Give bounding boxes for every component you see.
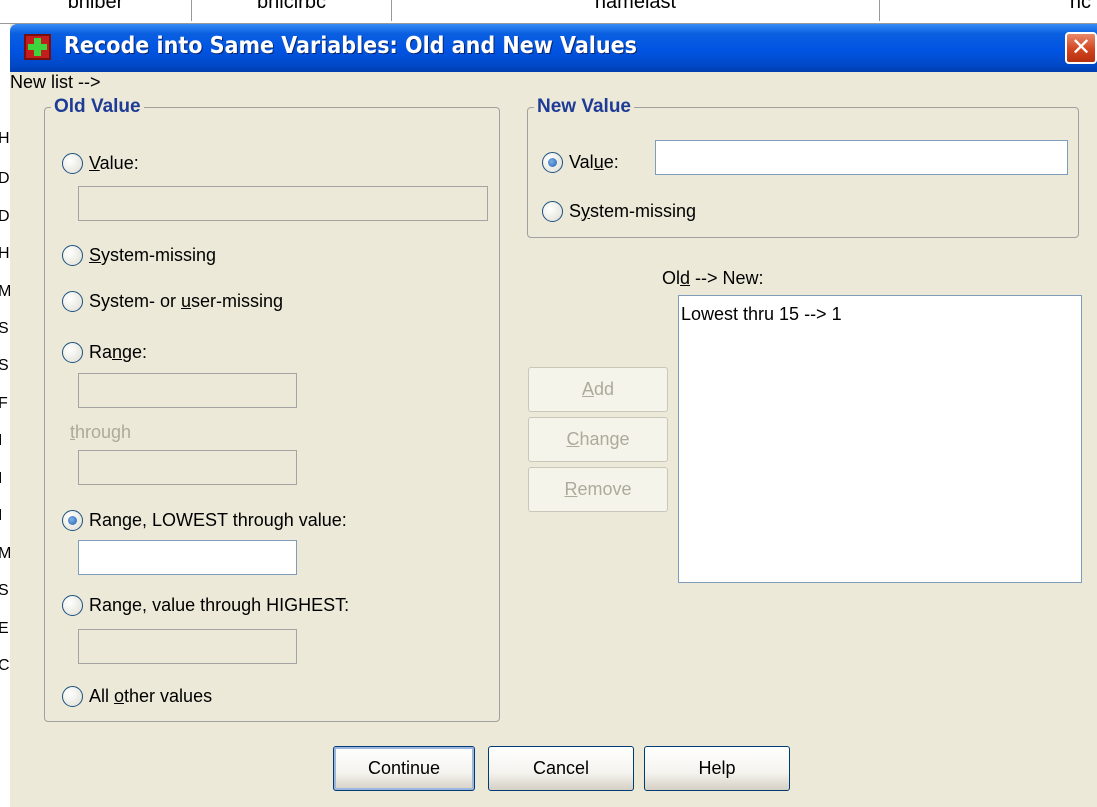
old-value-legend: Old Value	[54, 96, 141, 117]
list-item[interactable]: Lowest thru 15 --> 1	[681, 304, 842, 325]
bg-column-header: nc	[880, 0, 1097, 21]
bg-row-letter: I	[0, 470, 3, 487]
range-highest-input[interactable]	[78, 629, 297, 664]
app-icon	[24, 34, 51, 60]
bg-row-letter: E	[0, 620, 9, 637]
bg-column-header: bniber	[0, 0, 192, 21]
new-value-input[interactable]	[655, 140, 1068, 175]
radio-circle	[62, 153, 83, 174]
range-lowest-label: Range, LOWEST through value:	[89, 510, 347, 530]
bg-row-letter: S	[0, 320, 9, 337]
bg-row-letter: M	[0, 283, 10, 300]
radio-circle-selected	[62, 510, 83, 531]
through-label: through	[70, 422, 132, 442]
title-bar: Recode into Same Variables: Old and New …	[10, 24, 1097, 72]
cancel-button[interactable]: Cancel	[488, 746, 634, 791]
radio-circle	[62, 245, 83, 266]
add-button[interactable]: Add	[528, 367, 668, 412]
all-other-values-label: All other values	[89, 686, 213, 706]
bg-column-header: bnicirbc	[192, 0, 392, 21]
change-button[interactable]: Change	[528, 417, 668, 462]
radio-circle	[542, 201, 563, 222]
radio-circle	[62, 595, 83, 616]
background-grid-header: bniber bnicirbc namelast nc	[0, 0, 1097, 24]
new-value-label: Value:	[569, 152, 619, 172]
new-system-missing-radio[interactable]: System-missing	[542, 201, 696, 222]
help-button[interactable]: Help	[644, 746, 790, 791]
bg-column-header: namelast	[392, 0, 880, 21]
bg-row-letter: H	[0, 130, 10, 147]
all-other-values-radio[interactable]: All other values	[62, 686, 212, 707]
continue-button[interactable]: Continue	[333, 746, 475, 791]
old-new-label: Old --> New:	[662, 268, 764, 288]
range-to-input[interactable]	[78, 450, 297, 485]
old-system-missing-label: System-missing	[89, 245, 217, 265]
bg-row-letter: I	[0, 432, 3, 449]
system-or-user-missing-radio[interactable]: System- or user-missing	[62, 291, 283, 312]
old-new-list[interactable]: Lowest thru 15 --> 1	[678, 295, 1082, 583]
system-or-user-missing-label: System- or user-missing	[89, 291, 284, 311]
range-highest-label: Range, value through HIGHEST:	[89, 595, 350, 615]
new-value-radio[interactable]: Value:	[542, 152, 619, 173]
radio-circle	[62, 686, 83, 707]
old-value-input[interactable]	[78, 186, 488, 221]
bg-row-letter: D	[0, 170, 10, 187]
bg-row-letter: F	[0, 395, 8, 412]
range-highest-radio[interactable]: Range, value through HIGHEST:	[62, 595, 349, 616]
radio-circle	[62, 291, 83, 312]
bg-row-letter: C	[0, 657, 10, 674]
range-lowest-input[interactable]	[78, 540, 297, 575]
new-system-missing-label: System-missing	[569, 201, 697, 221]
range-lowest-radio[interactable]: Range, LOWEST through value:	[62, 510, 347, 531]
bg-row-letter: S	[0, 357, 9, 374]
range-from-input[interactable]	[78, 373, 297, 408]
bg-row-letter: D	[0, 208, 10, 225]
remove-button[interactable]: Remove	[528, 467, 668, 512]
dialog-body: Old Value Value: System-missing System- …	[10, 72, 1097, 807]
bg-row-letter: S	[0, 582, 9, 599]
background-grid-rows: H D D H M S S F I I I M S E C	[0, 24, 10, 807]
new-value-legend: New Value	[537, 96, 631, 117]
old-value-radio[interactable]: Value:	[62, 153, 139, 174]
bg-row-letter: M	[0, 545, 10, 562]
bg-row-letter: I	[0, 507, 3, 524]
old-system-missing-radio[interactable]: System-missing	[62, 245, 216, 266]
close-button[interactable]: ✕	[1065, 32, 1097, 64]
radio-circle	[62, 342, 83, 363]
old-value-label: Value:	[89, 153, 139, 173]
radio-circle-selected	[542, 152, 563, 173]
range-label: Range:	[89, 342, 148, 362]
range-radio[interactable]: Range:	[62, 342, 147, 363]
bg-row-letter: H	[0, 245, 10, 262]
window-title: Recode into Same Variables: Old and New …	[64, 33, 637, 59]
